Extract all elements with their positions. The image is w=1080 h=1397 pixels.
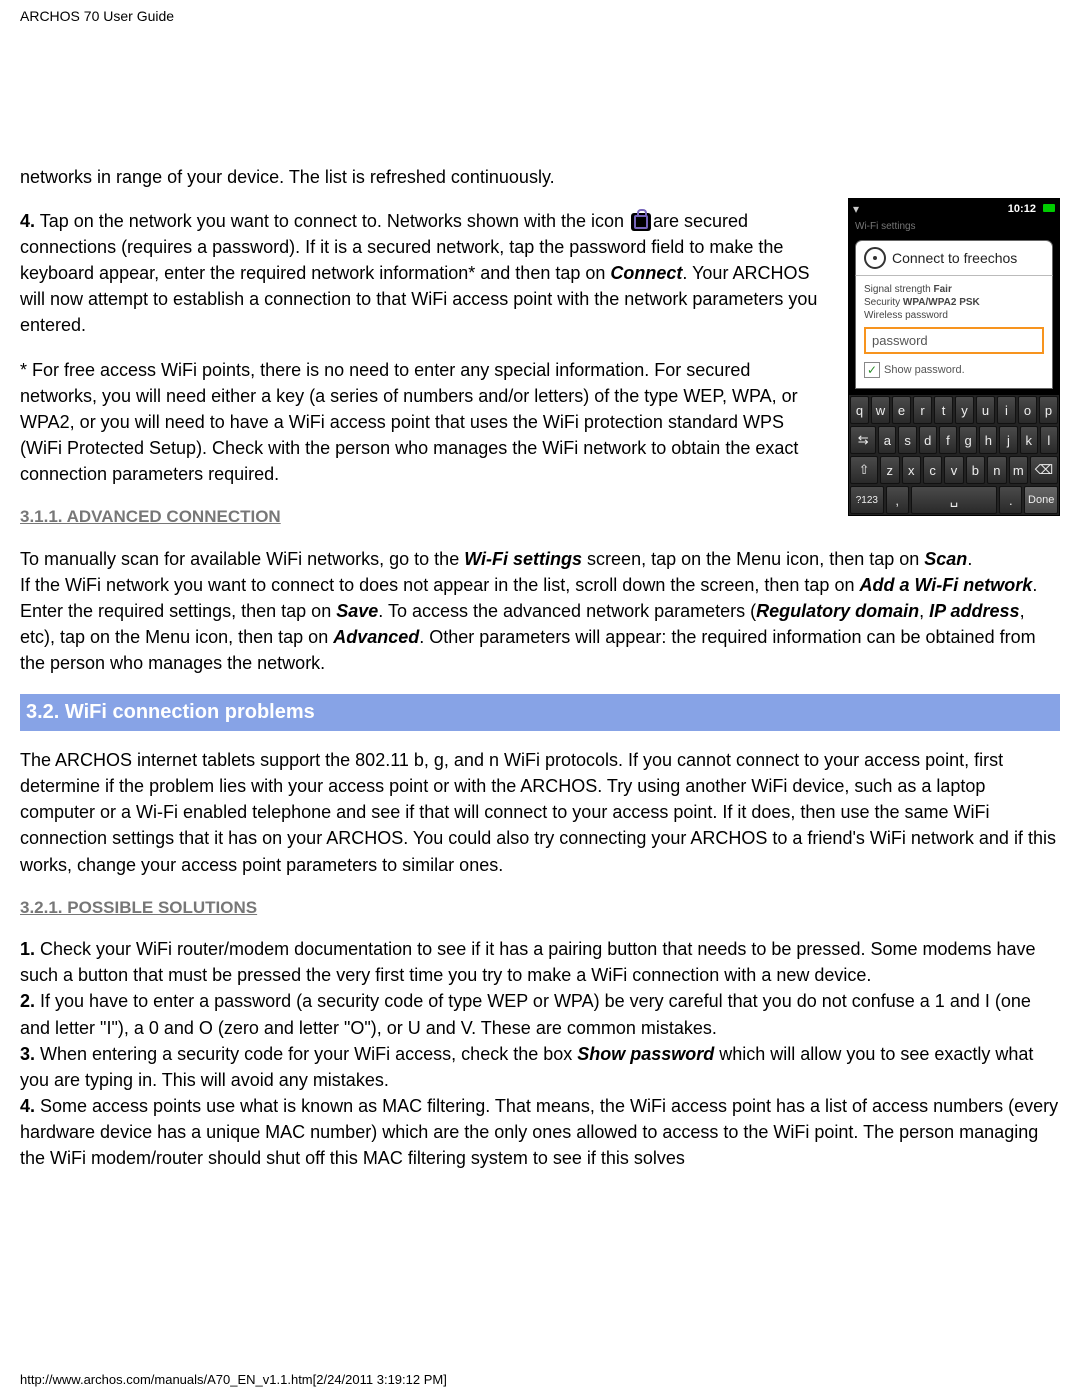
key-symbols[interactable]: ?123: [850, 486, 884, 514]
lock-icon: [631, 213, 651, 231]
key-e[interactable]: e: [892, 396, 911, 424]
key-done[interactable]: Done: [1024, 486, 1058, 514]
key-period[interactable]: .: [999, 486, 1022, 514]
show-password-row[interactable]: ✓ Show password.: [864, 362, 1044, 378]
key-t[interactable]: t: [934, 396, 953, 424]
dialog-body: Signal strength Fair Security WPA/WPA2 P…: [855, 275, 1053, 389]
key-h[interactable]: h: [979, 426, 997, 454]
onscreen-keyboard[interactable]: q w e r t y u i o p ⇆ a s d f g h j k: [849, 395, 1059, 515]
key-comma[interactable]: ,: [886, 486, 909, 514]
kb-row-4: ?123 , ␣ . Done: [849, 485, 1059, 515]
signal-row: Signal strength Fair: [864, 284, 1044, 295]
ip-label: IP address: [929, 601, 1019, 621]
t: If the WiFi network you want to connect …: [20, 575, 859, 595]
key-r[interactable]: r: [913, 396, 932, 424]
password-label: Wireless password: [864, 310, 1044, 321]
battery-icon: [1043, 204, 1055, 212]
sol4-num: 4.: [20, 1096, 35, 1116]
key-z[interactable]: z: [880, 456, 899, 484]
reg-domain-label: Regulatory domain: [756, 601, 919, 621]
document-page: ARCHOS 70 User Guide 10:12 Wi-Fi setting…: [0, 0, 1080, 1397]
kb-row-3: ⇧ z x c v b n m ⌫: [849, 455, 1059, 485]
wifi-icon: [853, 204, 867, 214]
save-label: Save: [336, 601, 378, 621]
dialog-header: Connect to freechos: [855, 240, 1053, 275]
key-shift[interactable]: ⇧: [850, 456, 878, 484]
key-p[interactable]: p: [1039, 396, 1058, 424]
sol1-num: 1.: [20, 939, 35, 959]
key-n[interactable]: n: [987, 456, 1006, 484]
key-b[interactable]: b: [966, 456, 985, 484]
solution-1: 1. Check your WiFi router/modem document…: [20, 936, 1060, 1171]
key-backspace[interactable]: ⌫: [1030, 456, 1058, 484]
key-u[interactable]: u: [976, 396, 995, 424]
key-w[interactable]: w: [871, 396, 890, 424]
key-y[interactable]: y: [955, 396, 974, 424]
key-c[interactable]: c: [923, 456, 942, 484]
t: ,: [919, 601, 929, 621]
kb-row-2: ⇆ a s d f g h j k l: [849, 425, 1059, 455]
power-icon: [864, 247, 886, 269]
key-j[interactable]: j: [999, 426, 1017, 454]
heading-321: 3.2.1. POSSIBLE SOLUTIONS: [20, 896, 1060, 921]
intro-line: networks in range of your device. The li…: [20, 164, 1060, 190]
add-wifi-label: Add a Wi-Fi network: [859, 575, 1032, 595]
sol2-num: 2.: [20, 991, 35, 1011]
sol1-text: Check your WiFi router/modem documentati…: [20, 939, 1036, 985]
key-i[interactable]: i: [997, 396, 1016, 424]
key-v[interactable]: v: [944, 456, 963, 484]
dialog-title: Connect to freechos: [892, 250, 1017, 266]
t: screen, tap on the Menu icon, then tap o…: [582, 549, 924, 569]
key-l[interactable]: l: [1040, 426, 1058, 454]
step-4-text-a: Tap on the network you want to connect t…: [35, 211, 629, 231]
key-m[interactable]: m: [1009, 456, 1028, 484]
status-bar: 10:12: [849, 199, 1059, 219]
scan-label: Scan: [924, 549, 967, 569]
status-right: 10:12: [1008, 203, 1055, 215]
advanced-label: Advanced: [333, 627, 419, 647]
security-label: Security: [864, 297, 900, 308]
sol3-text-a: When entering a security code for your W…: [35, 1044, 577, 1064]
key-shift-tab[interactable]: ⇆: [850, 426, 876, 454]
connect-dialog: Connect to freechos Signal strength Fair…: [849, 234, 1059, 395]
clock: 10:12: [1008, 203, 1036, 215]
t: To manually scan for available WiFi netw…: [20, 549, 464, 569]
password-input[interactable]: [864, 327, 1044, 354]
para-32: The ARCHOS internet tablets support the …: [20, 747, 1060, 877]
key-q[interactable]: q: [850, 396, 869, 424]
key-f[interactable]: f: [939, 426, 957, 454]
key-k[interactable]: k: [1020, 426, 1038, 454]
key-a[interactable]: a: [878, 426, 896, 454]
kb-row-1: q w e r t y u i o p: [849, 395, 1059, 425]
footer-url: http://www.archos.com/manuals/A70_EN_v1.…: [20, 1372, 447, 1387]
wifi-settings-label: Wi-Fi settings: [464, 549, 582, 569]
page-header-title: ARCHOS 70 User Guide: [20, 8, 1060, 24]
wifi-connect-screenshot: 10:12 Wi-Fi settings Connect to freechos…: [848, 198, 1060, 516]
security-row: Security WPA/WPA2 PSK: [864, 297, 1044, 308]
para-311-1: To manually scan for available WiFi netw…: [20, 546, 1060, 676]
key-space[interactable]: ␣: [911, 486, 997, 514]
checkbox-icon[interactable]: ✓: [864, 362, 880, 378]
signal-label: Signal strength: [864, 284, 931, 295]
show-password-label: Show password.: [884, 364, 965, 376]
security-value: WPA/WPA2 PSK: [903, 297, 980, 308]
step-4-number: 4.: [20, 211, 35, 231]
key-d[interactable]: d: [919, 426, 937, 454]
key-o[interactable]: o: [1018, 396, 1037, 424]
t: .: [967, 549, 972, 569]
screen-subtitle: Wi-Fi settings: [849, 219, 1059, 234]
sol2-text: If you have to enter a password (a secur…: [20, 991, 1031, 1037]
signal-value: Fair: [934, 284, 952, 295]
key-s[interactable]: s: [898, 426, 916, 454]
connect-label: Connect: [610, 263, 682, 283]
heading-32: 3.2. WiFi connection problems: [20, 694, 1060, 731]
key-g[interactable]: g: [959, 426, 977, 454]
sol4-text: Some access points use what is known as …: [20, 1096, 1058, 1168]
key-x[interactable]: x: [902, 456, 921, 484]
t: . To access the advanced network paramet…: [378, 601, 756, 621]
sol3-num: 3.: [20, 1044, 35, 1064]
show-password-label-inline: Show password: [577, 1044, 714, 1064]
